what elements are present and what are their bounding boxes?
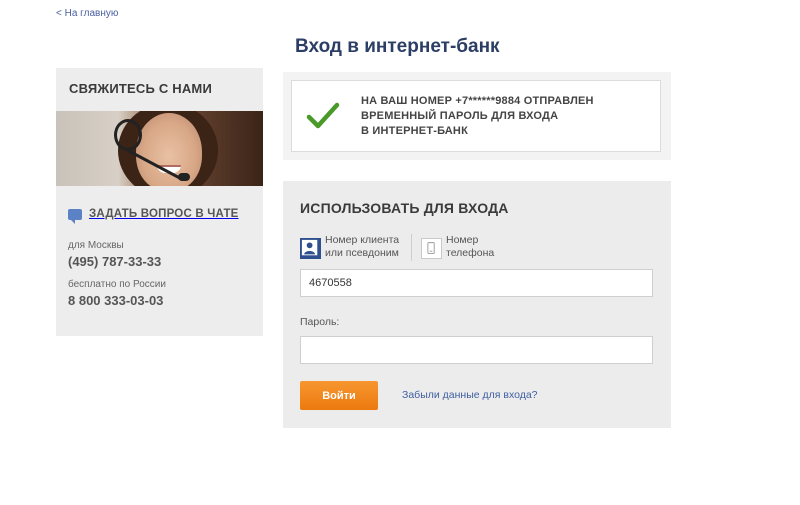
chat-label: ЗАДАТЬ ВОПРОС В ЧАТЕ	[89, 208, 239, 220]
notice-line-1: НА ВАШ НОМЕР +7******9884 ОТПРАВЛЕН	[361, 95, 594, 107]
method-client-label: Номер клиента или псевдоним	[325, 234, 399, 260]
headset-mic-tip	[178, 173, 190, 181]
method-client-number[interactable]: Номер клиента или псевдоним	[300, 234, 399, 260]
moscow-phone-label: для Москвы	[68, 240, 124, 251]
notice-line-3: В ИНТЕРНЕТ-БАНК	[361, 125, 468, 137]
login-button[interactable]: Войти	[300, 381, 378, 410]
contact-header: СВЯЖИТЕСЬ С НАМИ	[69, 81, 212, 96]
russia-phone-label: бесплатно по России	[68, 279, 166, 290]
notice-line-2: ВРЕМЕННЫЙ ПАРОЛЬ ДЛЯ ВХОДА	[361, 110, 559, 122]
method-divider	[411, 234, 412, 261]
photo-face	[136, 113, 202, 186]
method-phone-number[interactable]: Номер телефона	[421, 234, 494, 260]
method-client-line-2: или псевдоним	[325, 247, 399, 259]
login-title: ИСПОЛЬЗОВАТЬ ДЛЯ ВХОДА	[300, 200, 509, 216]
client-number-input[interactable]	[300, 269, 653, 297]
chat-link[interactable]: ЗАДАТЬ ВОПРОС В ЧАТЕ	[68, 208, 239, 224]
forgot-credentials-link[interactable]: Забыли данные для входа?	[402, 389, 538, 401]
chat-bubble-icon	[68, 208, 82, 224]
checkmark-icon	[306, 102, 340, 129]
moscow-phone-number: (495) 787-33-33	[68, 254, 162, 269]
phone-icon	[421, 238, 442, 259]
password-input[interactable]	[300, 336, 653, 364]
method-phone-line-2: телефона	[446, 247, 495, 259]
back-to-home-link[interactable]: < На главную	[56, 8, 118, 19]
notification-area: НА ВАШ НОМЕР +7******9884 ОТПРАВЛЕН ВРЕМ…	[283, 72, 671, 160]
page-title: Вход в интернет-банк	[295, 36, 500, 57]
headset-icon	[114, 119, 142, 151]
support-operator-photo	[56, 111, 263, 186]
notice-text: НА ВАШ НОМЕР +7******9884 ОТПРАВЛЕН ВРЕМ…	[361, 94, 641, 139]
user-icon	[300, 238, 321, 259]
method-phone-line-1: Номер	[446, 234, 479, 246]
method-phone-label: Номер телефона	[446, 234, 494, 260]
password-sent-notice: НА ВАШ НОМЕР +7******9884 ОТПРАВЛЕН ВРЕМ…	[291, 80, 661, 152]
login-form: ИСПОЛЬЗОВАТЬ ДЛЯ ВХОДА Номер клиента или…	[283, 181, 671, 428]
password-label: Пароль:	[300, 316, 340, 328]
method-client-line-1: Номер клиента	[325, 234, 400, 246]
russia-phone-number: 8 800 333-03-03	[68, 293, 164, 308]
contact-panel: СВЯЖИТЕСЬ С НАМИ ЗАДАТЬ ВОПРОС В ЧАТЕ дл…	[56, 68, 263, 336]
